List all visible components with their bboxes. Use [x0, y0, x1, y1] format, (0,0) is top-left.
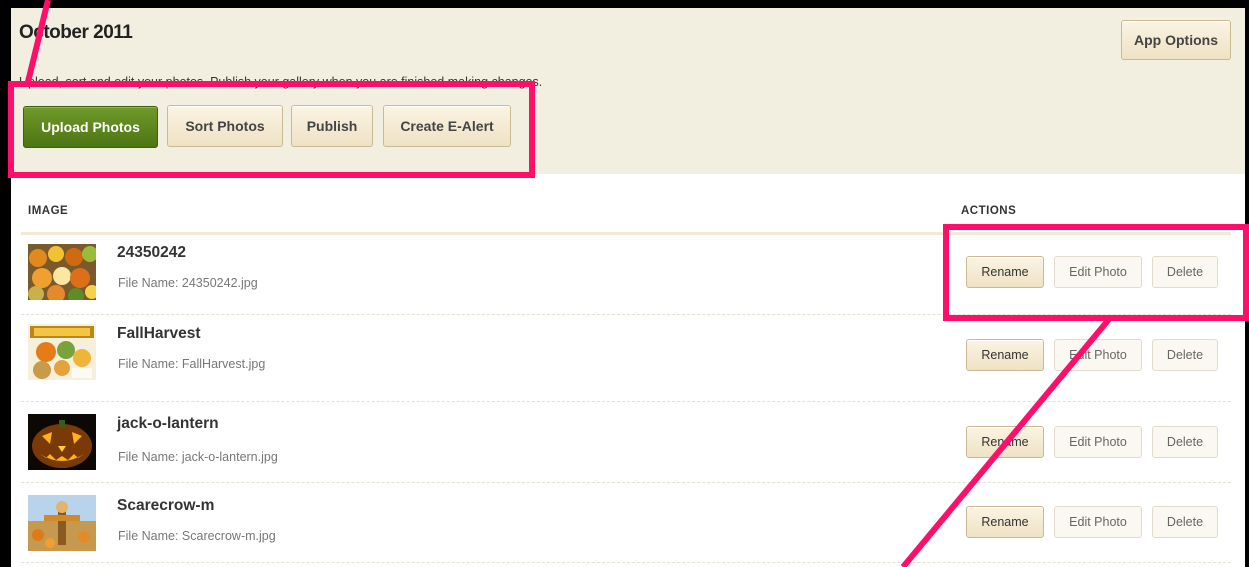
sort-photos-button[interactable]: Sort Photos [167, 105, 283, 147]
delete-button[interactable]: Delete [1152, 339, 1218, 371]
edit-photo-button[interactable]: Edit Photo [1054, 506, 1142, 538]
row-divider [21, 401, 1231, 402]
create-e-alert-button[interactable]: Create E-Alert [383, 105, 511, 147]
publish-button[interactable]: Publish [291, 105, 373, 147]
rename-button[interactable]: Rename [966, 256, 1044, 288]
photo-file-name: File Name: FallHarvest.jpg [118, 357, 266, 371]
column-header-image: IMAGE [28, 205, 69, 217]
photo-file-name: File Name: 24350242.jpg [118, 276, 258, 290]
column-header-actions: ACTIONS [961, 205, 1017, 217]
delete-button[interactable]: Delete [1152, 426, 1218, 458]
pumpkins-gourds-thumbnail[interactable] [28, 244, 96, 300]
edit-photo-button[interactable]: Edit Photo [1054, 426, 1142, 458]
photo-title: jack-o-lantern [117, 415, 219, 432]
rename-button[interactable]: Rename [966, 506, 1044, 538]
rename-button[interactable]: Rename [966, 339, 1044, 371]
delete-button[interactable]: Delete [1152, 256, 1218, 288]
table-header-divider [21, 232, 1231, 235]
fall-harvest-thumbnail[interactable] [28, 324, 96, 380]
photo-title: 24350242 [117, 244, 186, 261]
rename-button[interactable]: Rename [966, 426, 1044, 458]
edit-photo-button[interactable]: Edit Photo [1054, 256, 1142, 288]
delete-button[interactable]: Delete [1152, 506, 1218, 538]
gallery-header: October 2011 Upload, sort and edit your … [11, 8, 1245, 174]
scarecrow-thumbnail[interactable] [28, 495, 96, 551]
row-divider [21, 562, 1231, 563]
photo-file-name: File Name: Scarecrow-m.jpg [118, 529, 276, 543]
photo-file-name: File Name: jack-o-lantern.jpg [118, 450, 278, 464]
row-divider [21, 482, 1231, 483]
page-subtitle: Upload, sort and edit your photos. Publi… [19, 75, 543, 89]
jack-o-lantern-thumbnail[interactable] [28, 414, 96, 470]
upload-photos-button[interactable]: Upload Photos [23, 106, 158, 148]
photo-title: Scarecrow-m [117, 497, 215, 514]
photo-title: FallHarvest [117, 325, 201, 342]
page-title: October 2011 [19, 22, 133, 43]
photo-gallery-app: October 2011 Upload, sort and edit your … [11, 8, 1245, 567]
app-options-button[interactable]: App Options [1121, 20, 1231, 60]
edit-photo-button[interactable]: Edit Photo [1054, 339, 1142, 371]
screenshot-frame: October 2011 Upload, sort and edit your … [0, 0, 1249, 567]
row-divider [21, 314, 1231, 315]
